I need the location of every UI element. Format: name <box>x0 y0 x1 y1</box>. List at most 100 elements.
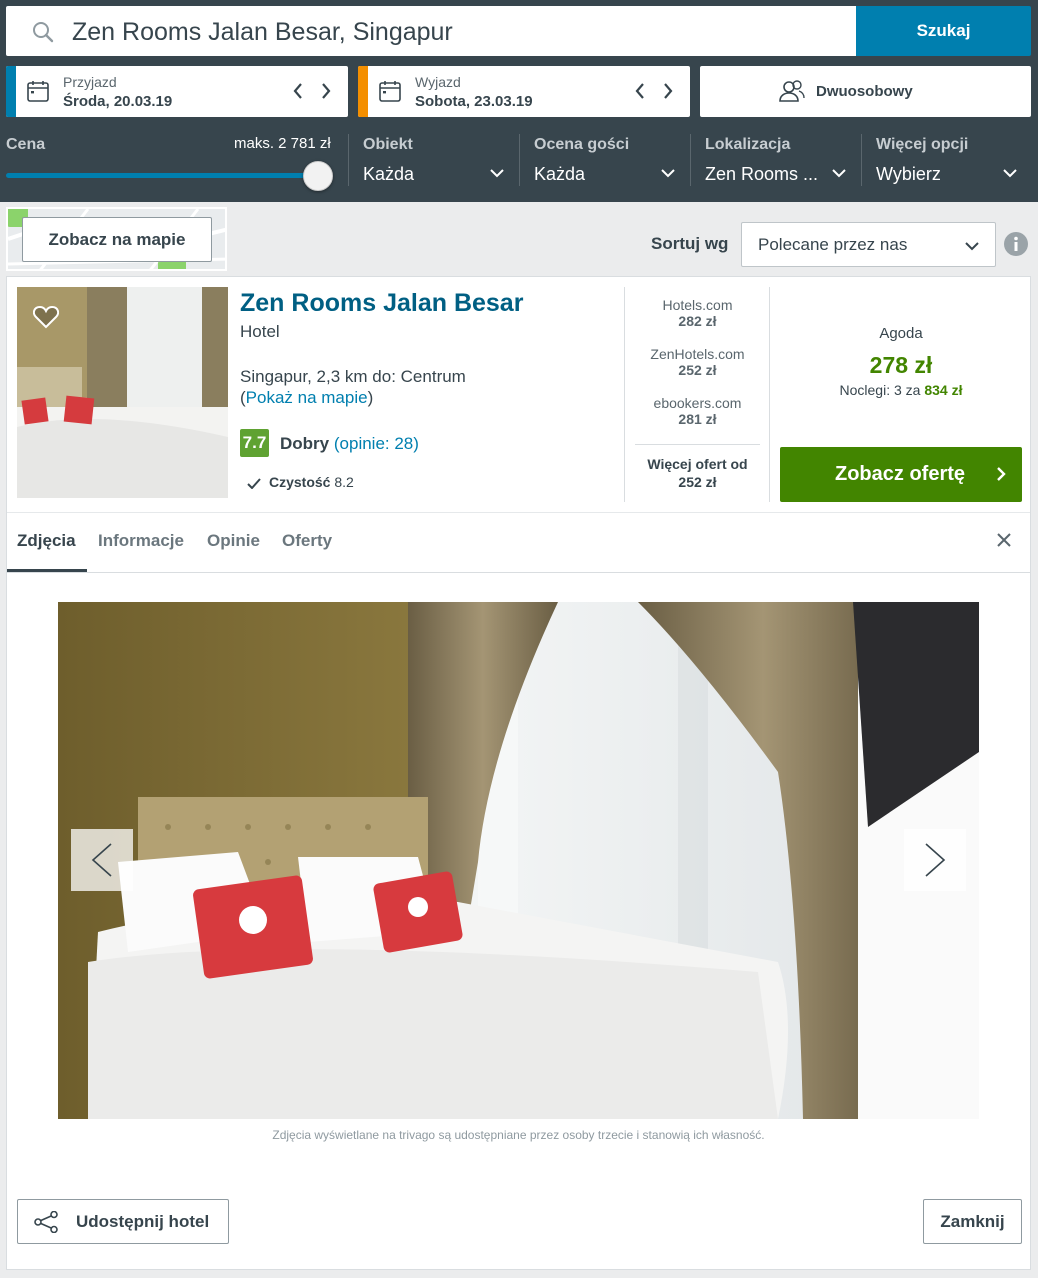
date-arrows[interactable] <box>634 80 674 102</box>
view-deal-label: Zobacz ofertę <box>835 463 966 485</box>
price-filter-max: maks. 2 781 zł <box>234 135 331 152</box>
filter-divider <box>861 134 862 186</box>
more-options-value: Wybierz <box>876 164 941 184</box>
close-button[interactable]: Zamknij <box>923 1199 1022 1244</box>
filter-divider <box>690 134 691 186</box>
room-type-selector[interactable]: Dwuosobowy <box>700 66 1031 117</box>
chevron-down-icon <box>832 169 846 178</box>
more-options-filter[interactable]: Więcej opcji Wybierz <box>876 132 1017 188</box>
location-label: Lokalizacja <box>705 136 791 153</box>
best-deal-price: 278 zł <box>869 352 933 378</box>
more-deals-link[interactable]: Więcej ofert od 252 zł <box>635 455 760 491</box>
checkout-accent-bar <box>358 66 368 117</box>
search-icon <box>33 22 54 43</box>
more-options-label: Więcej opcji <box>876 136 969 153</box>
deal-item[interactable]: ZenHotels.com 252 zł <box>635 346 760 378</box>
see-on-map-button[interactable]: Zobacz na mapie <box>22 217 212 262</box>
hotel-name[interactable]: Zen Rooms Jalan Besar <box>240 289 523 318</box>
reviews-link[interactable]: opinie: 28 <box>340 434 414 453</box>
checkin-value: Środa, 20.03.19 <box>63 93 173 110</box>
deal-item[interactable]: ebookers.com 281 zł <box>635 395 760 427</box>
best-deal-site: Agoda <box>879 325 923 342</box>
guest-rating-value: Każda <box>534 164 586 184</box>
best-deal-total: Noclegi: 3 za 834 zł <box>781 382 1021 398</box>
gallery-next-button[interactable] <box>904 829 966 891</box>
chevron-right-icon <box>664 83 673 99</box>
property-type-value: Każda <box>363 164 415 184</box>
tab-reviews[interactable]: Opinie <box>207 531 260 551</box>
hotel-thumbnail[interactable] <box>17 287 228 498</box>
search-header: Zen Rooms Jalan Besar, Singapur Szukaj P… <box>0 0 1038 202</box>
cleanliness-score: 8.2 <box>334 474 354 490</box>
chevron-down-icon <box>490 169 504 178</box>
tab-info[interactable]: Informacje <box>98 531 184 551</box>
location-filter[interactable]: Lokalizacja Zen Rooms ... <box>705 132 846 188</box>
deal-site: ebookers.com <box>653 395 742 411</box>
hotel-location: Singapur, 2,3 km do: Centrum <box>240 367 466 386</box>
tabs-divider <box>7 572 1030 573</box>
best-deal-total-prefix: Noclegi: 3 za <box>839 382 925 398</box>
checkin-date[interactable]: Przyjazd Środa, 20.03.19 <box>6 66 348 117</box>
filter-divider <box>348 134 349 186</box>
best-deal-total-price: 834 zł <box>924 382 963 398</box>
chevron-down-icon <box>661 169 675 178</box>
property-type-filter[interactable]: Obiekt Każda <box>363 132 504 188</box>
location-value: Zen Rooms ... <box>705 164 819 184</box>
reviews-paren-close: ) <box>413 434 419 453</box>
more-deals-label: Więcej ofert od <box>647 456 748 472</box>
view-deal-button[interactable]: Zobacz ofertę <box>780 447 1022 502</box>
chevron-right-icon <box>925 843 946 877</box>
checkout-date[interactable]: Wyjazd Sobota, 23.03.19 <box>358 66 690 117</box>
best-deal-divider <box>769 287 770 502</box>
share-icon <box>34 1211 58 1233</box>
checkout-value: Sobota, 23.03.19 <box>415 93 533 110</box>
guest-rating-filter[interactable]: Ocena gości Każda <box>534 132 675 188</box>
deal-item[interactable]: Hotels.com 282 zł <box>635 297 760 329</box>
deal-price: 282 zł <box>678 313 717 329</box>
chevron-left-icon <box>91 843 112 877</box>
date-arrows[interactable] <box>292 80 332 102</box>
sort-value: Polecane przez nas <box>758 235 908 254</box>
gallery-prev-button[interactable] <box>71 829 133 891</box>
search-input[interactable]: Zen Rooms Jalan Besar, Singapur <box>6 6 856 56</box>
share-hotel-button[interactable]: Udostępnij hotel <box>17 1199 229 1244</box>
cleanliness-label: Czystość <box>269 474 331 490</box>
hotel-type: Hotel <box>240 322 280 341</box>
checkout-label: Wyjazd <box>415 74 461 90</box>
share-hotel-label: Udostępnij hotel <box>76 1212 210 1231</box>
deals-separator <box>635 444 760 445</box>
search-button[interactable]: Szukaj <box>856 6 1031 56</box>
chevron-right-icon <box>997 467 1006 481</box>
room-type-label: Dwuosobowy <box>816 83 913 100</box>
gallery-photo <box>58 602 979 1119</box>
card-divider <box>7 512 1030 513</box>
sort-label: Sortuj wg <box>651 234 729 253</box>
checkin-accent-bar <box>6 66 16 117</box>
tab-deals[interactable]: Oferty <box>282 531 332 551</box>
chevron-down-icon <box>1003 169 1017 178</box>
deal-price: 252 zł <box>678 362 717 378</box>
price-slider-handle[interactable] <box>303 161 333 191</box>
calendar-icon <box>27 81 49 102</box>
close-icon[interactable] <box>997 533 1011 547</box>
chevron-down-icon <box>965 242 979 251</box>
price-filter-label: Cena <box>6 136 46 153</box>
price-slider-track[interactable] <box>6 173 318 178</box>
search-query[interactable]: Zen Rooms Jalan Besar, Singapur <box>72 18 453 47</box>
more-deals-price: 252 zł <box>678 474 717 490</box>
heart-icon[interactable] <box>33 305 59 329</box>
deal-site: ZenHotels.com <box>650 346 745 362</box>
chevron-left-icon <box>635 83 644 99</box>
deal-site: Hotels.com <box>662 297 733 313</box>
calendar-icon <box>379 81 401 102</box>
deals-divider <box>624 287 625 502</box>
filter-divider <box>519 134 520 186</box>
photo-gallery <box>58 602 979 1119</box>
info-icon[interactable] <box>1004 232 1028 256</box>
sort-select[interactable]: Polecane przez nas <box>741 222 996 267</box>
deal-price: 281 zł <box>678 411 717 427</box>
show-on-map-link[interactable]: Pokaż na mapie <box>246 388 368 407</box>
tab-photos[interactable]: Zdjęcia <box>17 531 76 551</box>
guest-rating-label: Ocena gości <box>534 136 630 153</box>
rating-word: Dobry <box>280 434 330 453</box>
